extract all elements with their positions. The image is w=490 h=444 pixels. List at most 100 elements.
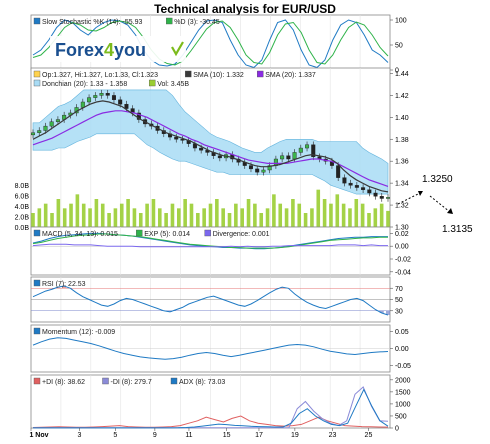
volume-bar [43, 203, 48, 227]
stochastic-legend-swatch [166, 17, 173, 25]
volume-bar [62, 208, 67, 227]
candle-body [255, 168, 260, 173]
volume-bar [151, 199, 156, 227]
volume-bar [253, 203, 257, 227]
candle-body [217, 155, 222, 159]
volume-bar [272, 194, 276, 227]
y-tick-label: 30 [395, 308, 403, 315]
volume-bar [208, 203, 213, 227]
volume-bar [341, 203, 346, 227]
candle-body [124, 103, 129, 109]
x-tick-label: 3 [78, 432, 82, 439]
candle-body [43, 125, 48, 131]
price-legend-label: SMA (10): 1.332 [193, 72, 244, 79]
candle-body [348, 182, 353, 186]
candle-body [105, 93, 110, 96]
candle-body [111, 95, 116, 101]
y-tick-label: 1.42 [395, 93, 409, 100]
volume-bar [335, 194, 340, 227]
y-tick-label: 1000 [395, 401, 411, 408]
momentum-legend-label: Momentum (12): -0.009 [42, 329, 115, 336]
volume-bar [164, 213, 168, 227]
volume-bar [215, 199, 219, 227]
x-tick-label: 5 [113, 432, 117, 439]
y-tick-label: 1.38 [395, 137, 409, 144]
logo-text: Forex4you [55, 40, 146, 60]
price-legend-swatch [33, 79, 41, 87]
candle-body [367, 189, 372, 194]
macd-legend-label: EXP (5): 0.014 [144, 231, 190, 238]
stochastic-legend-swatch [33, 17, 41, 25]
adx-legend-label: -DI (8): 279.7 [111, 379, 152, 386]
volume-tick-label: 4.0B [15, 204, 30, 211]
y-tick-label: 0.00 [395, 244, 409, 251]
price-legend-swatch [33, 70, 41, 78]
candle-body [118, 99, 123, 105]
volume-bar [278, 203, 283, 227]
volume-bar [132, 208, 137, 227]
volume-bar [183, 199, 187, 227]
y-tick-label: 1.44 [395, 71, 409, 78]
volume-bar [196, 213, 200, 227]
candle-body [37, 130, 42, 133]
logo-text-tail: you [114, 40, 146, 60]
x-tick-label: 1 Nov [29, 432, 48, 439]
volume-bar [259, 213, 264, 227]
y-tick-label: 1.32 [395, 203, 409, 210]
y-tick-label: 0.02 [395, 231, 409, 238]
x-tick-label: 17 [255, 432, 263, 439]
candle-body [248, 165, 253, 170]
volume-bar [157, 208, 162, 227]
candle-body [49, 121, 54, 127]
arrow-down-line [429, 195, 451, 213]
volume-bar [291, 199, 295, 227]
volume-bar [88, 208, 92, 227]
y-tick-label: -0.04 [395, 269, 411, 276]
y-tick-label: 2000 [395, 377, 411, 384]
y-tick-label: 500 [395, 413, 407, 420]
adx-legend-swatch [102, 377, 109, 385]
arrow-up-line [397, 191, 423, 205]
volume-bar [227, 213, 232, 227]
candle-body [199, 147, 204, 151]
volume-bar [126, 199, 130, 227]
y-tick-label: 50 [395, 43, 403, 50]
candle-body [99, 93, 104, 96]
volume-bar [81, 203, 86, 227]
volume-bar [303, 213, 308, 227]
candle-body [354, 185, 359, 188]
adx-legend-swatch [33, 377, 41, 385]
volume-bar [329, 203, 333, 227]
volume-bar [145, 203, 149, 227]
volume-bar [50, 213, 54, 227]
candle-body [361, 187, 366, 190]
candle-body [386, 197, 391, 199]
stochastic-legend-label: Slow Stochastic %K (14): -55.93 [42, 19, 142, 26]
price-legend-label: Vol: 3.45B [157, 81, 189, 88]
chart-canvas: 100500Slow Stochastic %K (14): -55.93 %D … [15, 14, 473, 439]
y-tick-label: 1500 [395, 389, 411, 396]
volume-bar [265, 208, 270, 227]
x-tick-label: 15 [223, 432, 231, 439]
y-tick-label: 50 [395, 297, 403, 304]
volume-bar [246, 199, 251, 227]
volume-bar [379, 203, 384, 227]
adx-legend-label: +DI (8): 38.62 [42, 379, 85, 386]
volume-bar [189, 203, 194, 227]
volume-bar [107, 213, 111, 227]
macd-legend-label: MACD (5, 34, 13): 0.015 [42, 231, 118, 238]
y-tick-label: 1.40 [395, 115, 409, 122]
y-tick-label: 1.34 [395, 181, 409, 188]
volume-bar [386, 210, 390, 227]
price-annotations: 1.3250 1.3135 [397, 174, 473, 235]
candle-body [280, 155, 285, 160]
y-tick-label: 0 [395, 426, 399, 433]
y-tick-label: 1.36 [395, 159, 409, 166]
candle-body [292, 152, 297, 160]
volume-bar [100, 203, 105, 227]
price-legend-label: SMA (20): 1.337 [265, 72, 316, 79]
volume-bar [31, 213, 35, 227]
candle-body [336, 165, 341, 178]
macd-legend-swatch [204, 229, 211, 237]
candle-body [93, 95, 98, 98]
